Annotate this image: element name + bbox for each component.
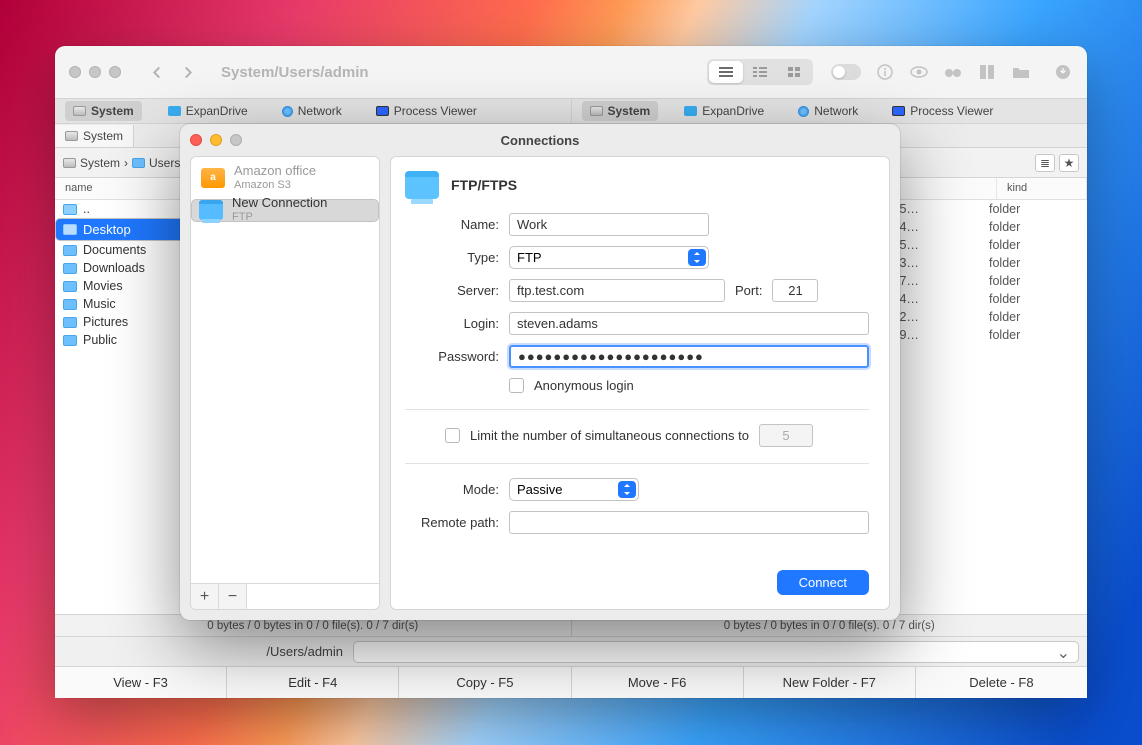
- source-tabbar: System ExpanDrive Network Process Viewer…: [55, 98, 1087, 124]
- toolbar-icons: [831, 63, 1073, 81]
- binoculars-icon[interactable]: [943, 63, 963, 81]
- limit-input[interactable]: [759, 424, 813, 447]
- remove-connection-button[interactable]: −: [219, 584, 247, 609]
- path-combo[interactable]: [353, 641, 1079, 663]
- current-path: /Users/admin: [63, 644, 343, 659]
- amazon-icon: a: [201, 168, 225, 188]
- label-login: Login:: [405, 316, 499, 331]
- tab-process-right[interactable]: Process Viewer: [884, 101, 1001, 121]
- nav-buttons: [143, 61, 201, 83]
- titlebar: System/Users/admin: [55, 46, 1087, 98]
- dialog-zoom-icon[interactable]: [230, 134, 242, 146]
- window-path: System/Users/admin: [221, 64, 369, 81]
- list-style-icon[interactable]: ≣: [1035, 154, 1055, 172]
- preview-icon[interactable]: [909, 63, 929, 81]
- traffic-lights: [69, 66, 121, 78]
- anonymous-checkbox[interactable]: [509, 378, 524, 393]
- label-mode: Mode:: [405, 482, 499, 497]
- tab-network-left[interactable]: Network: [274, 101, 350, 121]
- dual-pane-icon[interactable]: [977, 63, 997, 81]
- connections-dialog: Connections a Amazon officeAmazon S3 New…: [180, 124, 900, 620]
- label-type: Type:: [405, 250, 499, 265]
- fn-newfolder[interactable]: New Folder - F7: [744, 667, 916, 698]
- star-icon[interactable]: ★: [1059, 154, 1079, 172]
- path-bar: /Users/admin: [55, 636, 1087, 666]
- tab-expandrive-left[interactable]: ExpanDrive: [160, 101, 256, 121]
- name-input[interactable]: [509, 213, 709, 236]
- tab-network-right[interactable]: Network: [790, 101, 866, 121]
- zoom-icon[interactable]: [109, 66, 121, 78]
- label-password: Password:: [405, 349, 499, 364]
- minimize-icon[interactable]: [89, 66, 101, 78]
- server-input[interactable]: [509, 279, 725, 302]
- label-remote: Remote path:: [405, 515, 499, 530]
- label-port: Port:: [735, 283, 762, 298]
- add-connection-button[interactable]: +: [191, 584, 219, 609]
- label-name: Name:: [405, 217, 499, 232]
- ftp-large-icon: [405, 171, 439, 199]
- subtab-system[interactable]: System: [55, 125, 134, 147]
- remote-path-input[interactable]: [509, 511, 869, 534]
- tab-process-left[interactable]: Process Viewer: [368, 101, 485, 121]
- label-anonymous: Anonymous login: [534, 378, 634, 393]
- connection-form: FTP/FTPS Name: Type: FTP Server: Port: L…: [390, 156, 890, 610]
- tab-system-left[interactable]: System: [65, 101, 142, 121]
- port-input[interactable]: [772, 279, 818, 302]
- type-select[interactable]: FTP: [509, 246, 709, 269]
- connections-sidebar: a Amazon officeAmazon S3 New ConnectionF…: [190, 156, 380, 610]
- view-mode-segment[interactable]: [707, 59, 813, 85]
- tab-system-right[interactable]: System: [582, 101, 659, 121]
- forward-button[interactable]: [175, 61, 201, 83]
- download-icon[interactable]: [1053, 63, 1073, 81]
- connection-amazon[interactable]: a Amazon officeAmazon S3: [191, 157, 379, 199]
- view-list-icon[interactable]: [709, 61, 743, 83]
- view-grid-icon[interactable]: [777, 61, 811, 83]
- fn-move[interactable]: Move - F6: [572, 667, 744, 698]
- limit-checkbox[interactable]: [445, 428, 460, 443]
- ftp-icon: [199, 200, 223, 220]
- function-keys: View - F3 Edit - F4 Copy - F5 Move - F6 …: [55, 666, 1087, 698]
- close-icon[interactable]: [69, 66, 81, 78]
- dialog-title: Connections: [180, 124, 900, 156]
- folder-icon[interactable]: [1011, 63, 1031, 81]
- login-input[interactable]: [509, 312, 869, 335]
- info-icon[interactable]: [875, 63, 895, 81]
- dialog-close-icon[interactable]: [190, 134, 202, 146]
- fn-copy[interactable]: Copy - F5: [399, 667, 571, 698]
- connection-new[interactable]: New ConnectionFTP: [191, 199, 379, 222]
- view-columns-icon[interactable]: [743, 61, 777, 83]
- fn-edit[interactable]: Edit - F4: [227, 667, 399, 698]
- tab-expandrive-right[interactable]: ExpanDrive: [676, 101, 772, 121]
- hidden-files-toggle[interactable]: [831, 64, 861, 80]
- fn-view[interactable]: View - F3: [55, 667, 227, 698]
- mode-select[interactable]: Passive: [509, 478, 639, 501]
- label-server: Server:: [405, 283, 499, 298]
- back-button[interactable]: [143, 61, 169, 83]
- password-input[interactable]: [509, 345, 869, 368]
- fn-delete[interactable]: Delete - F8: [916, 667, 1087, 698]
- label-limit: Limit the number of simultaneous connect…: [470, 428, 749, 443]
- connect-button[interactable]: Connect: [777, 570, 869, 595]
- dialog-minimize-icon[interactable]: [210, 134, 222, 146]
- panel-title: FTP/FTPS: [451, 177, 517, 193]
